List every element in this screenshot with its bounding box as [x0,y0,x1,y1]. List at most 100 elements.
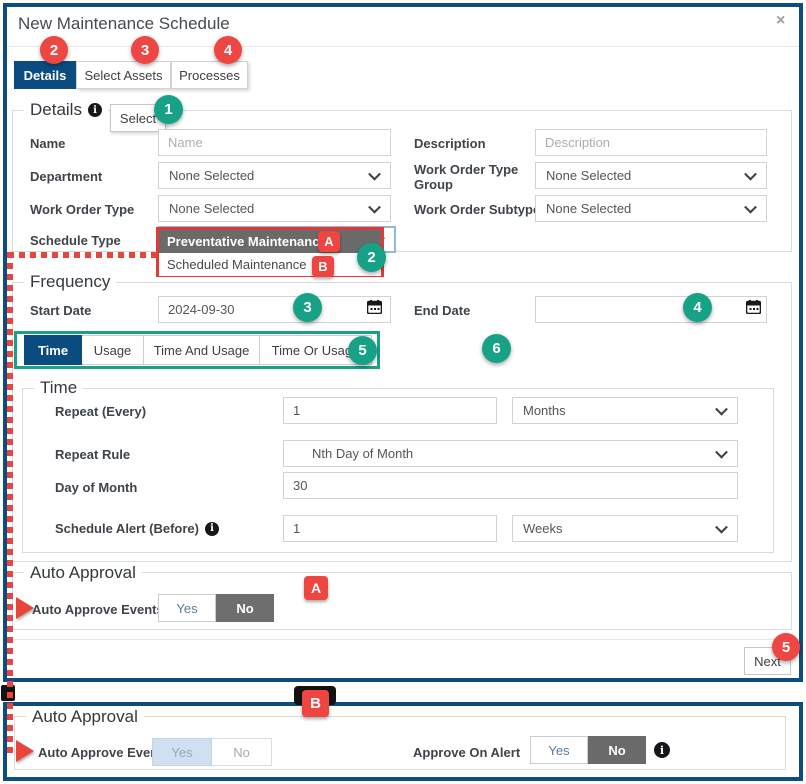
chevron-down-icon [715,445,728,459]
info-icon[interactable]: i [654,742,670,758]
tab-usage-label: Usage [93,342,132,358]
tab-usage[interactable]: Usage [82,335,144,365]
repeat-unit-select[interactable]: Months [512,397,738,424]
day-of-month-input[interactable] [283,472,738,499]
dotted-line-vertical [7,252,13,757]
select-button-label: Select [119,110,157,126]
alert-unit-value: Weeks [523,521,563,536]
annotation-badge-a-red: A [318,231,340,252]
tab-select-assets-label: Select Assets [84,67,163,83]
auto-approve-events-toggle-disabled: Yes No [152,738,272,766]
tab-time-label: Time [37,342,69,358]
alert-unit-select[interactable]: Weeks [512,515,738,542]
annotation-badge-4-red: 4 [214,36,242,64]
annotation-badge-5-teal: 5 [348,336,377,365]
auto-approval-legend-text: Auto Approval [30,563,136,582]
department-select[interactable]: None Selected [158,162,391,189]
auto-approval-b-legend-text: Auto Approval [32,707,138,726]
repeat-every-label: Repeat (Every) [55,404,147,419]
annotation-badge-2-teal: 2 [357,243,386,272]
no-label: No [233,744,250,760]
auto-approve-no-button[interactable]: No [216,594,274,622]
auto-approve-no-button[interactable]: No [212,738,272,766]
title-divider [7,46,799,47]
chevron-down-icon [368,167,381,181]
annotation-badge-3-red: 3 [131,36,159,64]
annotation-badge-3-teal: 3 [293,293,322,322]
approve-on-alert-no-button[interactable]: No [588,736,646,764]
day-of-month-label: Day of Month [55,480,138,495]
time-legend-text: Time [40,378,78,397]
tab-details[interactable]: Details [14,61,76,89]
calendar-icon[interactable] [746,300,761,314]
auto-approve-events-label: Auto Approve Events [38,745,170,760]
tab-select-assets[interactable]: Select Assets [76,61,171,89]
work-order-type-group-select[interactable]: None Selected [535,162,767,189]
name-label: Name [30,136,66,151]
start-date-label: Start Date [30,303,92,318]
description-label: Description [414,136,486,151]
repeat-rule-label: Repeat Rule [55,447,131,462]
repeat-rule-value: Nth Day of Month [312,446,414,461]
auto-approval-legend: Auto Approval [24,563,142,583]
option-preventative-maintenance[interactable]: Preventative Maintenance [159,230,381,253]
annotation-badge-b-red: B [312,256,334,277]
option-scheduled-maintenance-label: Scheduled Maintenance [167,257,307,272]
work-order-type-group-label: Work Order Type Group [414,162,519,192]
annotation-badge-2-red: 2 [40,36,68,64]
repeat-rule-select[interactable]: Nth Day of Month [283,440,738,467]
schedule-type-label: Schedule Type [30,233,121,248]
option-scheduled-maintenance[interactable]: Scheduled Maintenance [159,253,381,276]
work-order-subtype-select[interactable]: None Selected [535,195,767,222]
tab-time-and-usage[interactable]: Time And Usage [144,335,260,365]
work-order-subtype-value: None Selected [546,201,632,216]
close-icon[interactable]: × [776,12,785,30]
tab-processes-label: Processes [179,67,240,83]
work-order-type-value: None Selected [169,201,255,216]
end-date-input[interactable] [535,296,767,323]
screenshot-canvas: New Maintenance Schedule × Details Selec… [0,0,806,784]
auto-approval-b-legend: Auto Approval [26,707,144,727]
department-value: None Selected [169,168,255,183]
approve-on-alert-label: Approve On Alert [413,745,521,760]
schedule-alert-input[interactable] [283,515,497,542]
name-input[interactable] [158,129,391,156]
frequency-legend-text: Frequency [30,272,111,291]
auto-approve-events-toggle: Yes No [158,594,274,622]
work-order-type-group-value: None Selected [546,168,632,183]
tab-processes[interactable]: Processes [171,61,248,89]
tab-time-or-usage-label: Time Or Usage [271,342,360,358]
annotation-badge-5-red: 5 [772,633,800,661]
approve-on-alert-yes-button[interactable]: Yes [530,736,588,764]
annotation-badge-b-red: B [302,690,329,717]
repeat-every-input[interactable] [283,397,497,424]
yes-label: Yes [171,744,193,760]
option-preventative-maintenance-label: Preventative Maintenance [167,234,327,249]
schedule-type-dropdown: Preventative Maintenance Scheduled Maint… [156,227,384,277]
description-input[interactable] [535,129,767,156]
auto-approve-yes-button[interactable]: Yes [158,594,216,622]
frequency-legend: Frequency [24,272,117,292]
tab-time-and-usage-label: Time And Usage [153,342,250,358]
chevron-down-icon [368,200,381,214]
time-legend: Time [34,378,84,398]
auto-approve-events-label: Auto Approve Events [32,602,164,617]
auto-approve-yes-button[interactable]: Yes [152,738,212,766]
schedule-alert-label: Schedule Alert (Before) [55,521,199,536]
info-icon[interactable]: i [87,103,102,117]
calendar-icon[interactable] [367,300,382,314]
work-order-subtype-label: Work Order Subtype [414,202,541,217]
start-date-input[interactable] [158,296,391,323]
tab-time[interactable]: Time [24,335,82,365]
annotation-arrow [16,597,34,619]
annotation-badge-1-teal: 1 [154,95,183,124]
annotation-badge-6-teal: 6 [482,334,511,363]
work-order-type-select[interactable]: None Selected [158,195,391,222]
chevron-down-icon [744,167,757,181]
details-legend-text: Details [30,100,82,119]
footer-divider [7,639,799,640]
chevron-down-icon [715,402,728,416]
approve-on-alert-toggle: Yes No [530,736,646,764]
chevron-down-icon [715,520,728,534]
info-icon[interactable]: i [205,521,219,536]
